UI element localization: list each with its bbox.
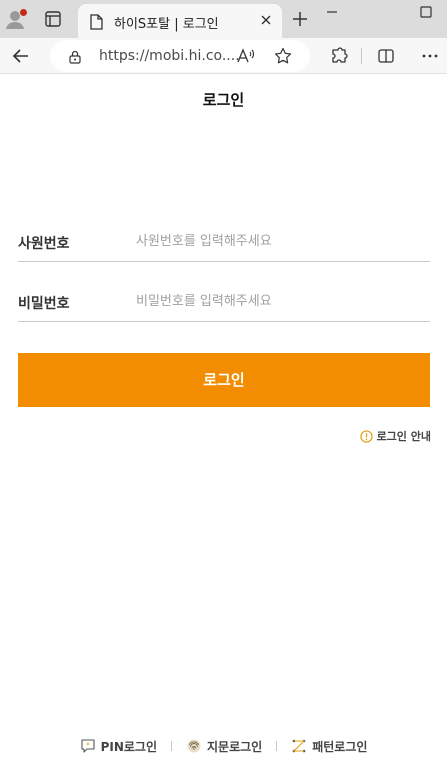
pin-login-button[interactable]: * PIN로그인	[80, 738, 157, 755]
address-bar[interactable]: https://mobi.hi.co....	[50, 40, 310, 72]
svg-text:*: *	[86, 742, 90, 749]
employee-id-row: 사원번호	[18, 222, 430, 262]
extensions-icon[interactable]	[329, 46, 349, 66]
login-guide-label[interactable]: 로그인 안내	[377, 428, 431, 444]
tab-title: 하이S포탈 | 로그인	[114, 17, 219, 32]
employee-id-input[interactable]	[136, 226, 426, 256]
profile-notification-badge	[20, 9, 27, 16]
more-icon[interactable]	[420, 46, 440, 66]
password-row: 비밀번호	[18, 282, 430, 322]
fingerprint-icon	[187, 739, 201, 753]
browser-tab-strip: 하이S포탈 | 로그인	[0, 0, 447, 38]
minimize-icon[interactable]	[324, 4, 340, 20]
password-label: 비밀번호	[18, 296, 70, 312]
login-button[interactable]: 로그인	[18, 353, 430, 407]
alt-login-divider	[276, 741, 278, 751]
back-arrow-icon[interactable]	[11, 46, 31, 66]
pattern-icon	[292, 739, 306, 753]
favorite-star-icon[interactable]	[274, 47, 292, 65]
profile-icon[interactable]	[4, 7, 28, 31]
fingerprint-login-button[interactable]: 지문로그인	[186, 738, 262, 755]
pattern-login-button[interactable]: 패턴로그인	[291, 738, 367, 755]
password-input[interactable]	[136, 286, 426, 316]
tab-actions-icon[interactable]	[44, 10, 62, 28]
browser-toolbar: https://mobi.hi.co....	[0, 38, 447, 74]
info-circle-icon	[359, 429, 373, 443]
toolbar-divider	[361, 48, 362, 64]
employee-id-label: 사원번호	[18, 236, 70, 252]
page-title: 로그인	[202, 91, 245, 109]
pin-login-label[interactable]: PIN로그인	[101, 738, 157, 755]
fingerprint-login-label[interactable]: 지문로그인	[207, 738, 262, 755]
split-screen-icon[interactable]	[376, 46, 396, 66]
lock-icon[interactable]	[69, 49, 81, 64]
alt-login-divider	[171, 741, 173, 751]
read-aloud-icon[interactable]	[236, 47, 256, 65]
close-icon[interactable]	[258, 12, 274, 28]
page-icon	[89, 14, 103, 30]
alternative-logins: * PIN로그인 지문로그인 패턴로그인	[0, 736, 447, 756]
login-guide-link[interactable]: 로그인 안내	[359, 428, 431, 444]
pin-chat-icon: *	[81, 739, 95, 753]
pattern-login-label[interactable]: 패턴로그인	[312, 738, 367, 755]
active-tab[interactable]: 하이S포탈 | 로그인	[78, 4, 282, 38]
url-text[interactable]: https://mobi.hi.co....	[99, 48, 240, 64]
maximize-icon[interactable]	[418, 4, 434, 20]
new-tab-icon[interactable]	[290, 9, 310, 29]
